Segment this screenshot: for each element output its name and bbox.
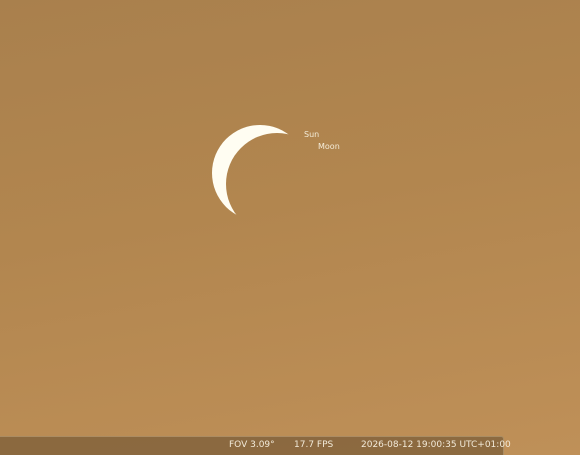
status-bar: FOV 3.09° 17.7 FPS 2026-08-12 19:00:35 U… [0,436,511,455]
datetime-readout[interactable]: 2026-08-12 19:00:35 UTC+01:00 [361,441,511,450]
fps-readout: 17.7 FPS [294,440,334,450]
moon-label[interactable]: Moon [318,143,340,151]
sun-label[interactable]: Sun [304,131,319,139]
sun-crescent[interactable] [212,125,308,221]
fov-readout: FOV 3.09° [229,440,275,450]
sun-moon-eclipse[interactable] [0,0,580,455]
